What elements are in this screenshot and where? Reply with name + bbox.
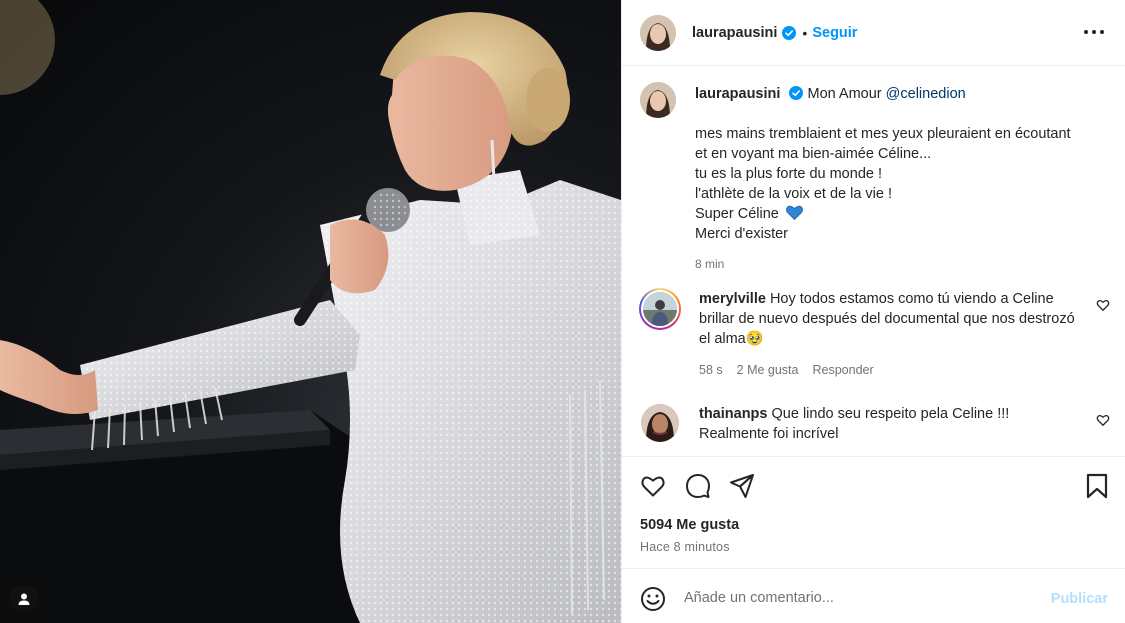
user-tag-icon xyxy=(18,593,30,605)
likes-count[interactable]: 5094 Me gusta xyxy=(640,517,739,533)
emoji-smile-icon[interactable] xyxy=(640,586,666,612)
caption-line: Merci d'exister xyxy=(695,226,789,242)
post-sidebar: laurapausini • Seguir laurapausini Mon A… xyxy=(621,0,1125,623)
comment-timestamp[interactable]: 58 s xyxy=(699,360,723,380)
commenter-username[interactable]: merylville xyxy=(699,291,766,307)
caption-mention-link[interactable]: @celinedion xyxy=(886,86,966,102)
story-ring[interactable] xyxy=(639,288,681,330)
action-bar xyxy=(640,473,1110,499)
caption-author-avatar[interactable] xyxy=(640,82,676,118)
caption-line: tu es la plus forte du monde ! xyxy=(695,166,882,182)
author-avatar[interactable] xyxy=(640,14,676,51)
instagram-post-window: laurapausini • Seguir laurapausini Mon A… xyxy=(0,0,1125,623)
caption-title: Mon Amour xyxy=(807,86,882,102)
comment-input[interactable] xyxy=(684,584,1024,612)
post-actions: 5094 Me gusta Hace 8 minutos xyxy=(622,456,1125,568)
more-options-icon[interactable] xyxy=(1084,24,1104,40)
header-separator: • xyxy=(802,24,808,41)
caption-text: mes mains tremblaient et mes yeux pleura… xyxy=(695,124,1115,244)
caption-line: mes mains tremblaient et mes yeux pleura… xyxy=(695,126,1071,142)
caption-line-with-emoji: Super Céline xyxy=(695,204,1115,224)
comment-meta: 58 s 2 Me gusta Responder xyxy=(699,360,1077,380)
bookmark-icon[interactable] xyxy=(1084,473,1110,499)
post-media[interactable] xyxy=(0,0,621,623)
comment-bubble-icon[interactable] xyxy=(685,473,711,499)
verified-badge-icon xyxy=(789,86,804,100)
comment-body: merylville Hoy todos estamos como tú vie… xyxy=(699,289,1077,380)
caption-timestamp[interactable]: 8 min xyxy=(695,254,1115,274)
post-photo xyxy=(0,0,621,623)
caption-line: et en voyant ma bien-aimée Céline... xyxy=(695,146,932,162)
comment-likes-link[interactable]: 2 Me gusta xyxy=(737,360,799,380)
publish-button[interactable]: Publicar xyxy=(1051,591,1108,607)
commenter-avatar[interactable] xyxy=(641,404,679,442)
heart-icon[interactable] xyxy=(640,473,666,499)
caption-body: laurapausini Mon Amour @celinedion mes m… xyxy=(695,84,1115,274)
author-username[interactable]: laurapausini xyxy=(692,25,777,41)
post-time-ago[interactable]: Hace 8 minutos xyxy=(640,540,730,554)
author-avatar-image xyxy=(640,14,676,51)
commenter-avatar-image xyxy=(643,292,677,326)
reply-button[interactable]: Responder xyxy=(812,360,873,380)
caption-line: l'athlète de la voix et de la vie ! xyxy=(695,186,893,202)
comment-composer: Publicar xyxy=(622,568,1125,623)
paper-plane-icon[interactable] xyxy=(729,473,755,499)
caption-author-username[interactable]: laurapausini xyxy=(695,86,780,102)
heart-icon[interactable] xyxy=(1096,413,1110,427)
commenter-avatar-image xyxy=(641,404,679,442)
caption-line: Super Céline xyxy=(695,206,779,222)
verified-badge-icon xyxy=(782,25,797,40)
comment-body: thainanps Que lindo seu respeito pela Ce… xyxy=(699,404,1077,444)
caption-avatar-image xyxy=(640,82,676,118)
commenter-username[interactable]: thainanps xyxy=(699,406,767,422)
post-header: laurapausini • Seguir xyxy=(622,0,1125,66)
heart-icon[interactable] xyxy=(1096,298,1110,312)
comments-list[interactable]: laurapausini Mon Amour @celinedion mes m… xyxy=(622,66,1125,456)
commenter-avatar[interactable] xyxy=(641,290,679,328)
user-tag-button[interactable] xyxy=(10,585,38,613)
follow-button[interactable]: Seguir xyxy=(812,25,857,41)
blue-heart-emoji-icon xyxy=(785,205,803,220)
